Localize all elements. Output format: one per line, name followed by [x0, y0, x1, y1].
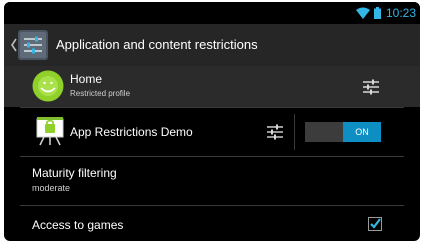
device-screen: 10:23 Application and content restrictio… — [4, 2, 420, 241]
profile-type: Restricted profile — [70, 89, 131, 98]
toggle-on-label: ON — [343, 122, 381, 142]
status-bar: 10:23 — [4, 2, 420, 24]
chevron-left-icon[interactable] — [11, 38, 17, 52]
wifi-icon — [356, 7, 370, 19]
status-clock: 10:23 — [386, 6, 417, 20]
app-name: App Restrictions Demo — [70, 125, 193, 139]
android-avatar-icon — [32, 70, 64, 102]
page-title: Application and content restrictions — [56, 37, 258, 52]
app-row-restrictions-demo[interactable]: App Restrictions Demo ON — [4, 108, 420, 156]
access-to-games-row[interactable]: Access to games — [4, 206, 420, 241]
settings-sliders-icon[interactable] — [362, 78, 380, 96]
app-enable-toggle[interactable]: ON — [305, 122, 381, 142]
settings-sliders-icon[interactable] — [266, 123, 284, 141]
profile-name: Home — [70, 72, 103, 86]
maturity-filtering-row[interactable]: Maturity filtering moderate — [4, 158, 420, 204]
profile-row-home[interactable]: Home Restricted profile — [4, 66, 420, 107]
action-bar: Application and content restrictions — [4, 24, 420, 88]
vertical-divider — [294, 114, 295, 150]
settings-app-icon[interactable] — [18, 30, 48, 60]
battery-icon — [374, 7, 381, 19]
presentation-app-icon — [36, 117, 64, 146]
maturity-filtering-label: Maturity filtering — [32, 166, 117, 180]
maturity-filtering-value: moderate — [32, 183, 71, 193]
row-divider — [20, 156, 404, 157]
access-to-games-label: Access to games — [32, 218, 124, 232]
access-to-games-checkbox[interactable] — [368, 217, 382, 231]
